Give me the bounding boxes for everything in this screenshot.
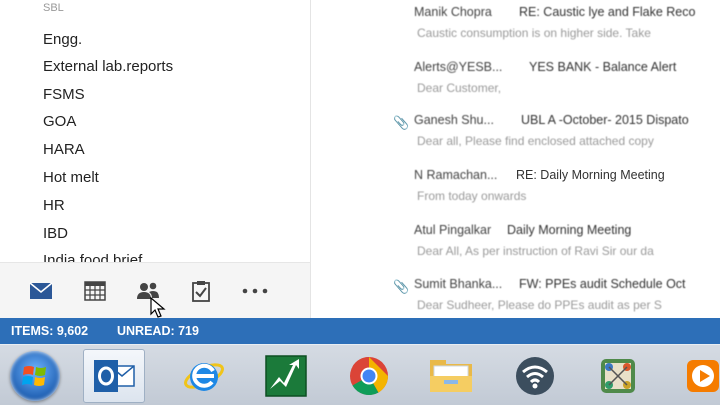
items-count: ITEMS: 9,602 [11, 324, 89, 338]
folder-item-india-food-brief[interactable]: India food brief [43, 252, 142, 262]
calendar-nav-button[interactable] [81, 277, 109, 305]
paperclip-icon: 📎 [393, 279, 410, 294]
message-item[interactable]: Alerts@YESB... YES BANK - Balance Alert … [311, 60, 720, 114]
message-sender: Alerts@YESB... [414, 60, 503, 74]
message-item[interactable]: 📎 Sumit Bhanka... FW: PPEs audit Schedul… [311, 277, 720, 318]
taskbar-network-app-button[interactable] [587, 349, 649, 403]
message-preview: From today onwards [417, 189, 527, 203]
internet-explorer-icon [184, 363, 224, 391]
message-item[interactable]: Manik Chopra RE: Caustic lye and Flake R… [311, 5, 720, 59]
folder-item-engg[interactable]: Engg. [43, 31, 82, 48]
wifi-app-icon [516, 357, 554, 395]
folder-item-hara[interactable]: HARA [43, 141, 85, 158]
message-sender: Ganesh Shu... [414, 113, 494, 127]
taskbar-outlook-button[interactable] [83, 349, 145, 403]
more-nav-button[interactable] [241, 277, 269, 305]
paperclip-icon: 📎 [393, 115, 410, 130]
windows-start-icon[interactable] [10, 351, 60, 401]
folder-item-hot-melt[interactable]: Hot melt [43, 169, 99, 186]
message-sender: N Ramachan... [414, 168, 498, 182]
status-bar: ITEMS: 9,602 UNREAD: 719 [0, 318, 720, 344]
message-sender: Sumit Bhanka... [414, 277, 503, 291]
message-subject: RE: Daily Morning Meeting [516, 168, 665, 182]
taskbar-ie-button[interactable] [173, 349, 235, 403]
tasks-nav-button[interactable] [187, 277, 215, 305]
message-sender: Manik Chopra [414, 5, 492, 19]
message-preview: Caustic consumption is on higher side. T… [417, 26, 651, 40]
tasks-icon [192, 281, 210, 302]
taskbar-wifi-app-button[interactable] [504, 349, 566, 403]
stock-chart-app-icon [265, 355, 307, 397]
message-subject: YES BANK - Balance Alert [529, 60, 677, 74]
chrome-icon [350, 356, 389, 396]
folder-item-hr[interactable]: HR [43, 197, 65, 214]
message-item[interactable]: Atul Pingalkar Daily Morning Meeting Dea… [311, 223, 720, 277]
calendar-icon [84, 281, 106, 301]
unread-count: UNREAD: 719 [117, 324, 199, 338]
folder-item-goa[interactable]: GOA [43, 113, 76, 130]
folder-pane: SBL Engg. External lab.reports FSMS GOA … [0, 0, 311, 262]
message-item[interactable]: 📎 Ganesh Shu... UBL A -October- 2015 Dis… [311, 113, 720, 167]
taskbar-media-player-button[interactable] [672, 349, 720, 403]
message-preview: Dear All, As per instruction of Ravi Sir… [417, 244, 654, 258]
folder-item-fsms[interactable]: FSMS [43, 86, 85, 103]
folder-item-external-lab-reports[interactable]: External lab.reports [43, 58, 173, 75]
mouse-cursor-icon [150, 297, 166, 318]
message-preview: Dear Sudheer, Please do PPEs audit as pe… [417, 298, 662, 312]
media-player-icon [687, 360, 719, 392]
windows-taskbar [0, 344, 720, 405]
message-subject: Daily Morning Meeting [507, 223, 632, 237]
mail-nav-button[interactable] [27, 277, 55, 305]
message-subject: FW: PPEs audit Schedule Oct [519, 277, 686, 291]
message-preview: Dear Customer, [417, 81, 502, 95]
outlook-window: SBL Engg. External lab.reports FSMS GOA … [0, 0, 720, 319]
network-app-icon [601, 359, 635, 393]
message-subject: RE: Caustic lye and Flake Reco [519, 5, 696, 19]
message-item[interactable]: N Ramachan... RE: Daily Morning Meeting … [311, 168, 720, 222]
outlook-icon [94, 360, 135, 392]
message-list: Manik Chopra RE: Caustic lye and Flake R… [311, 0, 720, 318]
mail-icon [29, 282, 53, 299]
taskbar-explorer-button[interactable] [420, 349, 482, 403]
taskbar-chrome-button[interactable] [338, 349, 400, 403]
file-explorer-icon [430, 360, 472, 392]
folder-item-ibd[interactable]: IBD [43, 225, 68, 242]
message-preview: Dear all, Please find enclosed attached … [417, 134, 654, 148]
message-subject: UBL A -October- 2015 Dispato [521, 113, 689, 127]
more-icon [242, 288, 268, 294]
taskbar-stock-chart-button[interactable] [255, 349, 317, 403]
folder-item-sbl[interactable]: SBL [43, 2, 64, 14]
message-sender: Atul Pingalkar [414, 223, 492, 237]
